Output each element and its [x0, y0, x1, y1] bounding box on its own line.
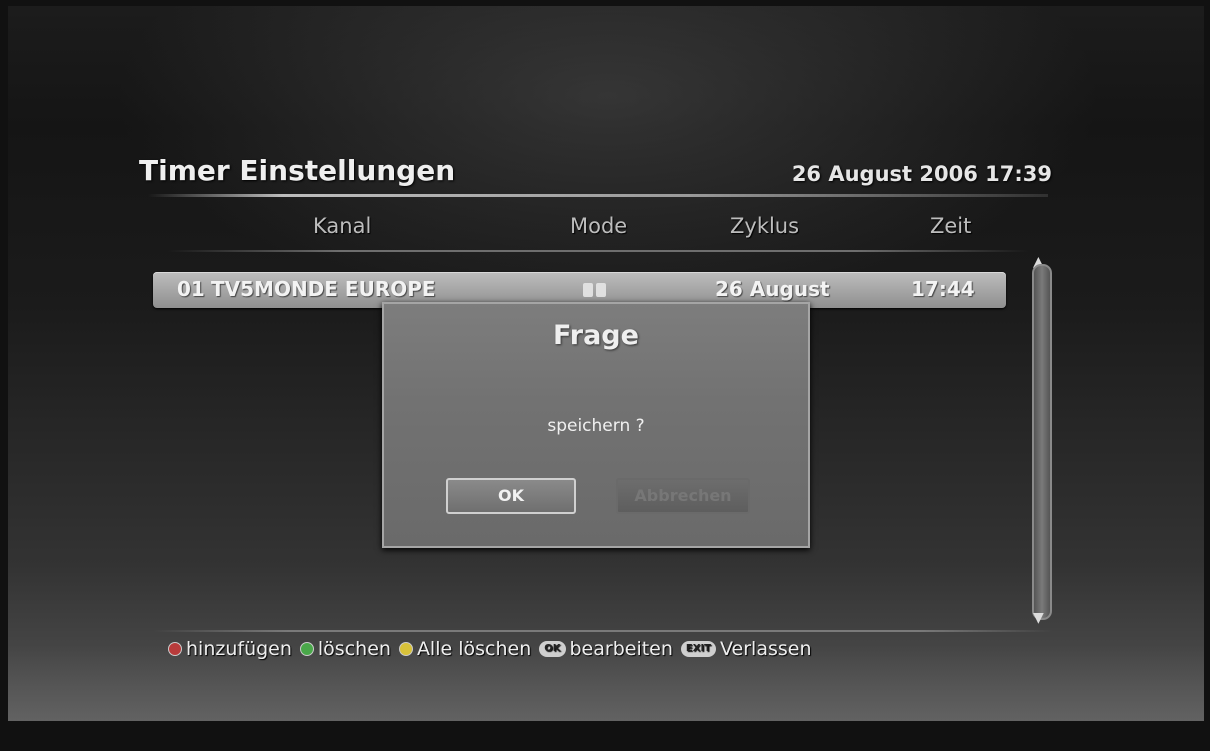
- column-header-zeit: Zeit: [930, 214, 972, 238]
- yellow-key-icon: [398, 642, 413, 656]
- page-title: Timer Einstellungen: [139, 154, 456, 187]
- button-legend: hinzufügen löschen Alle löschen OK bearb…: [168, 638, 820, 660]
- column-header-mode: Mode: [570, 214, 628, 238]
- legend-delete-label: löschen: [317, 638, 391, 660]
- ok-button[interactable]: OK: [446, 478, 576, 514]
- lock-icon: [596, 283, 606, 297]
- header-divider: [168, 250, 1028, 252]
- speaker-icon: [583, 283, 593, 297]
- tv-screen: Timer Einstellungen 26 August 2006 17:39…: [8, 6, 1204, 721]
- scroll-track[interactable]: [1032, 264, 1052, 620]
- dialog-title: Frage: [553, 320, 639, 351]
- ok-key-icon: OK: [539, 641, 566, 657]
- confirm-dialog: Frage speichern ? OK Abbrechen: [382, 302, 810, 548]
- cancel-button[interactable]: Abbrechen: [616, 478, 750, 514]
- legend-add-label: hinzufügen: [186, 638, 292, 660]
- legend-divider: [153, 630, 1053, 632]
- title-divider: [148, 194, 1048, 197]
- date-time: 26 August 2006 17:39: [791, 162, 1052, 186]
- timer-cycle: 26 August: [715, 277, 830, 301]
- legend-edit-label: bearbeiten: [569, 638, 673, 660]
- timer-mode: [583, 282, 609, 301]
- exit-key-icon: EXIT: [680, 641, 717, 657]
- red-key-icon: [168, 642, 182, 656]
- column-header-kanal: Kanal: [313, 214, 372, 238]
- dialog-message: speichern ?: [547, 416, 645, 436]
- timer-time: 17:44: [911, 277, 975, 301]
- timer-number: 01: [177, 277, 205, 301]
- legend-delete-all-label: Alle löschen: [416, 638, 532, 660]
- scroll-down-icon[interactable]: ▼: [1033, 610, 1044, 626]
- green-key-icon: [299, 642, 314, 656]
- legend-exit-label: Verlassen: [720, 638, 812, 660]
- list-scrollbar[interactable]: ▲ ▼: [1026, 254, 1056, 634]
- column-header-zyklus: Zyklus: [730, 214, 800, 238]
- timer-channel: TV5MONDE EUROPE: [211, 277, 436, 301]
